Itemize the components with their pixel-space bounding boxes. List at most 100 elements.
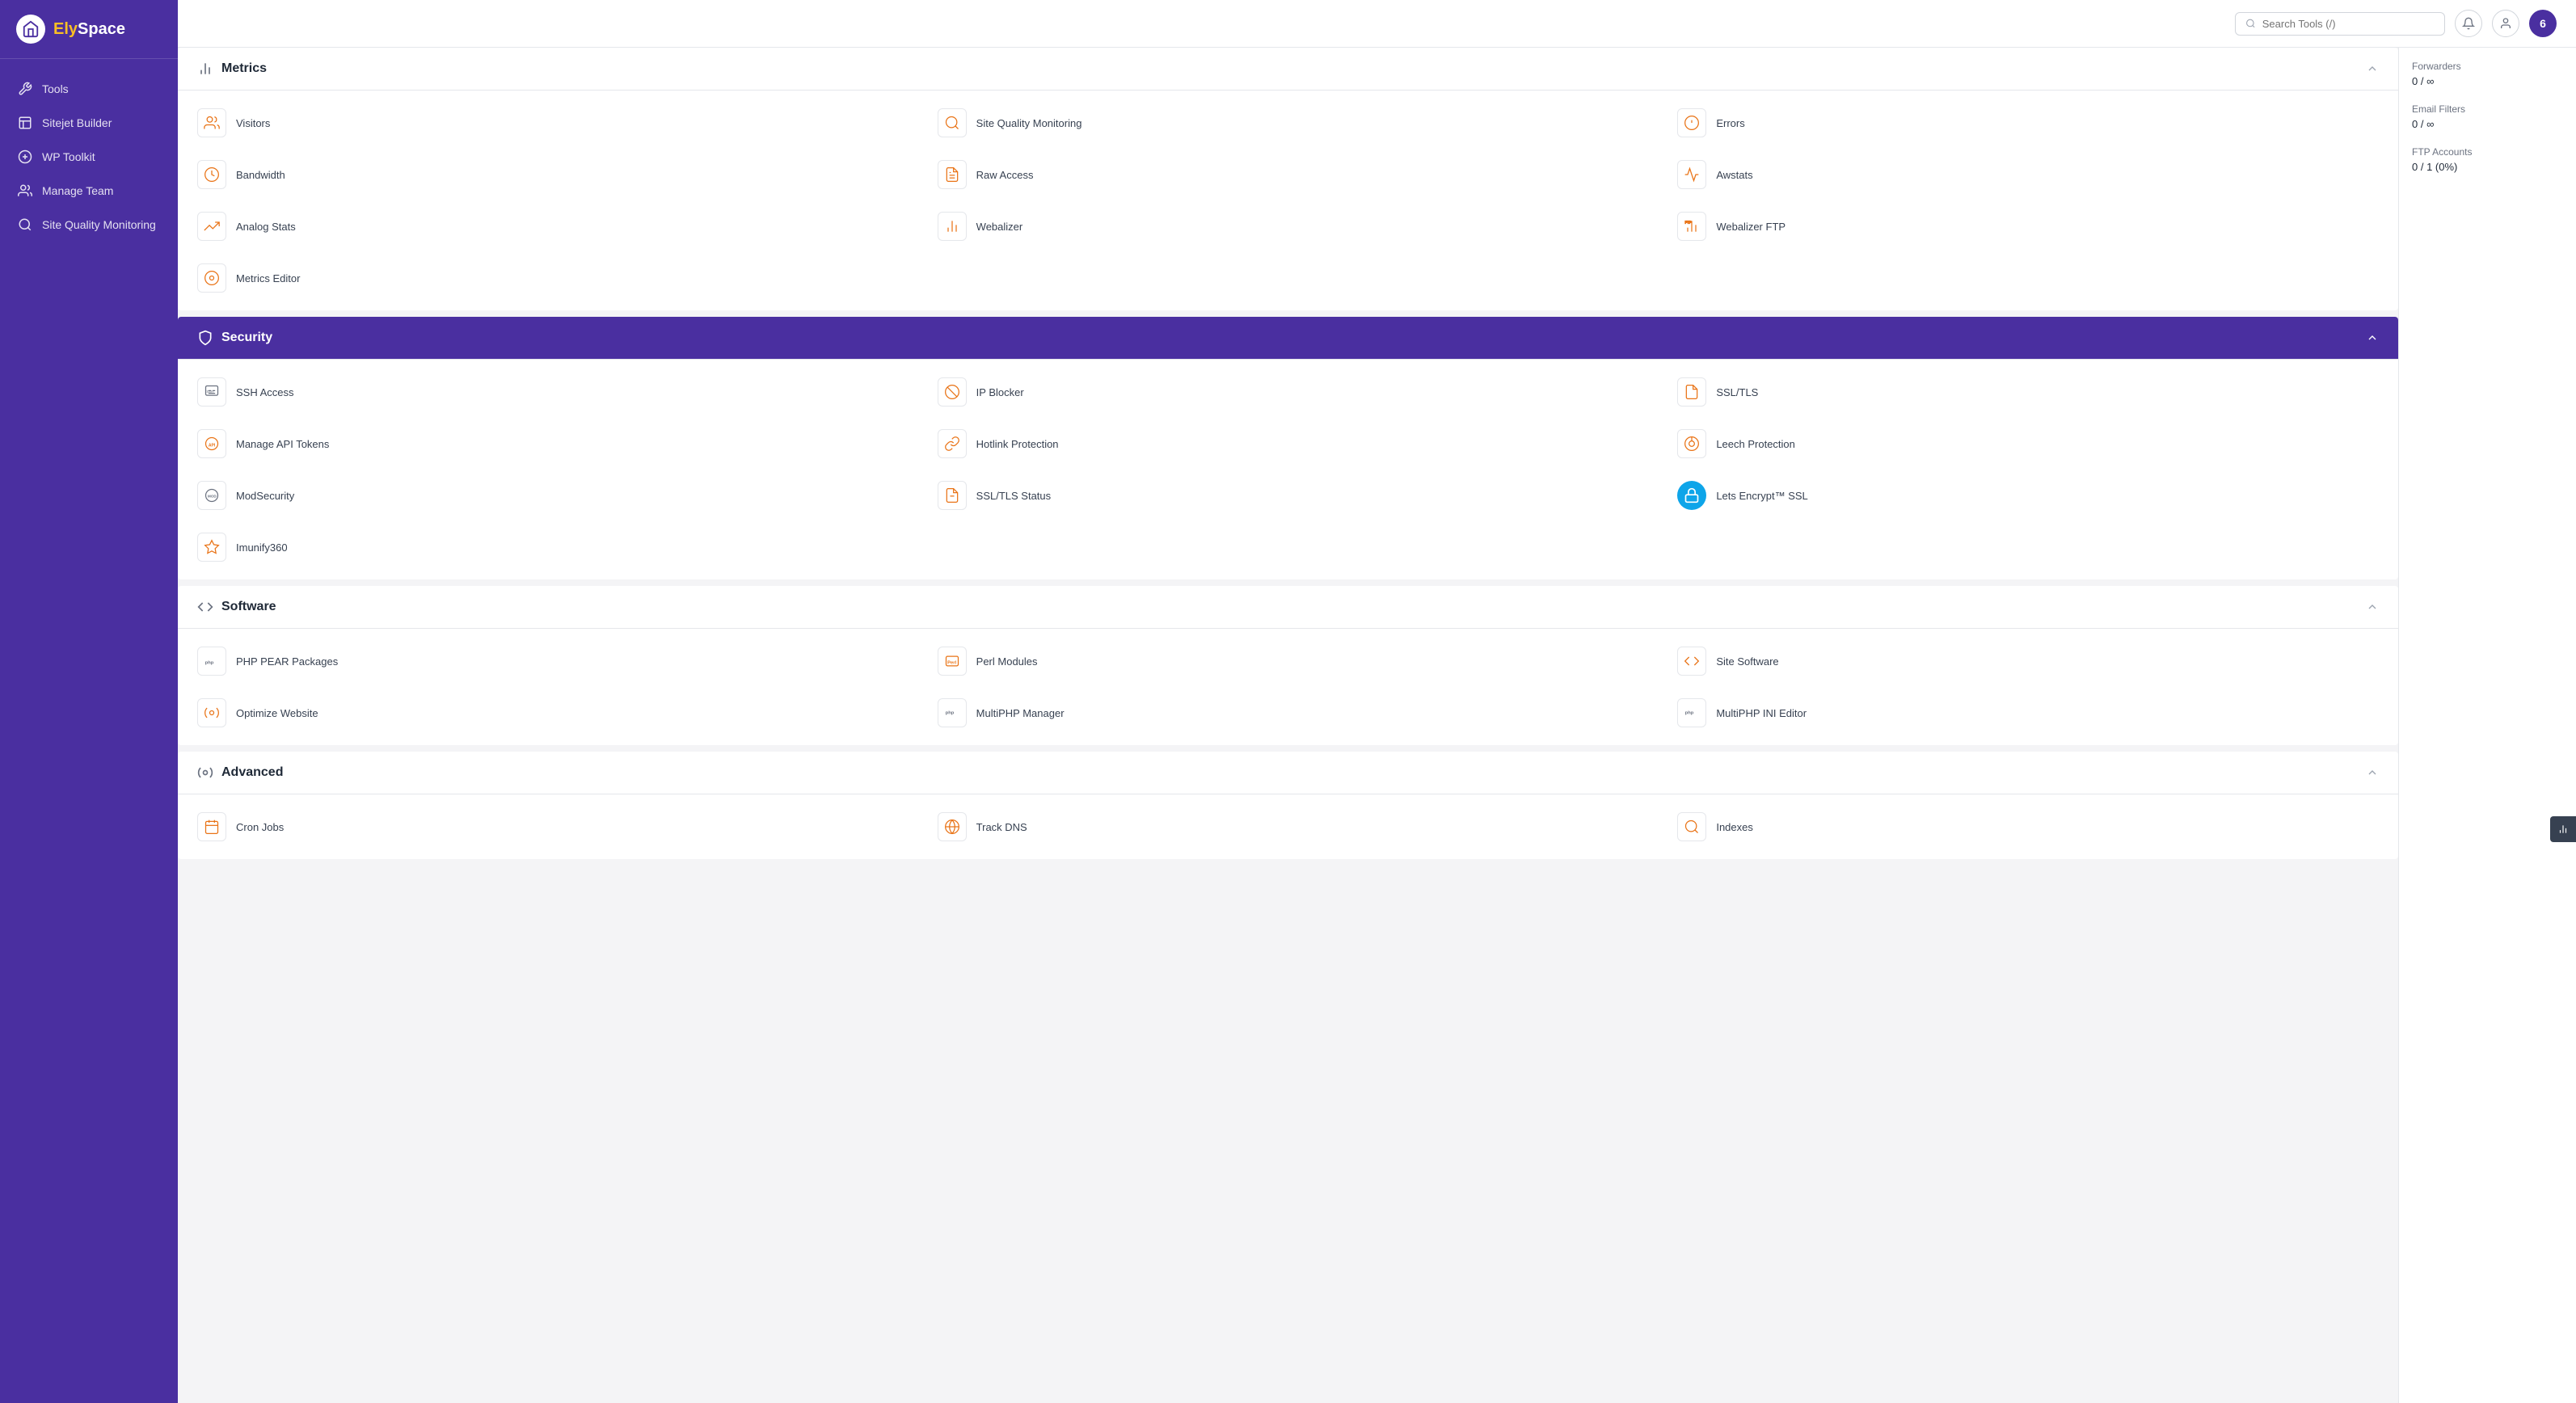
team-icon <box>18 183 32 198</box>
letsencrypt-label: Lets Encrypt™ SSL <box>1716 490 1807 502</box>
security-section-icon <box>197 330 213 346</box>
sidebar-item-manageteam-label: Manage Team <box>42 184 113 197</box>
sidebar-item-tools-label: Tools <box>42 82 69 95</box>
svg-text:SSH: SSH <box>206 390 213 394</box>
metrics-section-header[interactable]: Metrics <box>178 48 2398 91</box>
sqm-icon <box>938 108 967 137</box>
software-items: php PHP PEAR Packages Perl Perl Modu <box>178 629 2398 745</box>
software-section-label: Software <box>221 600 276 614</box>
chart-icon <box>2557 824 2569 835</box>
optimize-label: Optimize Website <box>236 707 318 719</box>
letsencrypt-item[interactable]: Lets Encrypt™ SSL <box>1658 470 2398 521</box>
awstats-label: Awstats <box>1716 169 1752 181</box>
forwarders-panel-item: Forwarders 0 / ∞ <box>2412 61 2563 87</box>
bandwidth-item[interactable]: Bandwidth <box>178 149 918 200</box>
sidebar-item-sitejet-label: Sitejet Builder <box>42 116 112 129</box>
modsecurity-item[interactable]: MOD ModSecurity <box>178 470 918 521</box>
sqm-item[interactable]: Site Quality Monitoring <box>918 97 1659 149</box>
sidebar-item-wptoolkit-label: WP Toolkit <box>42 150 95 163</box>
optimize-item[interactable]: Optimize Website <box>178 687 918 739</box>
ssl-status-icon <box>938 481 967 510</box>
sidebar-item-tools[interactable]: Tools <box>0 72 178 106</box>
ftp-accounts-value: 0 / 1 (0%) <box>2412 161 2563 173</box>
analog-stats-item[interactable]: Analog Stats <box>178 200 918 252</box>
security-chevron-icon <box>2366 331 2379 344</box>
user-button[interactable] <box>2492 10 2519 37</box>
indexes-icon <box>1677 812 1706 841</box>
bell-button[interactable] <box>2455 10 2482 37</box>
software-section-header[interactable]: Software <box>178 586 2398 629</box>
sidebar-item-sqm[interactable]: Site Quality Monitoring <box>0 208 178 242</box>
metrics-items: Visitors Site Quality Monitoring <box>178 91 2398 310</box>
metrics-editor-label: Metrics Editor <box>236 272 300 284</box>
sidebar-item-sqm-label: Site Quality Monitoring <box>42 218 156 231</box>
bandwidth-icon <box>197 160 226 189</box>
monitor-icon <box>18 217 32 232</box>
forwarders-value: 0 / ∞ <box>2412 75 2563 87</box>
manage-api-item[interactable]: API Manage API Tokens <box>178 418 918 470</box>
logo[interactable]: ElySpace <box>0 0 178 59</box>
software-section: Software php PHP PEAR Packages <box>178 586 2398 745</box>
webalizer-ftp-item[interactable]: FTP Webalizer FTP <box>1658 200 2398 252</box>
ssl-status-label: SSL/TLS Status <box>976 490 1052 502</box>
ssh-access-label: SSH Access <box>236 386 294 398</box>
search-icon <box>2245 18 2256 29</box>
software-chevron-icon <box>2366 600 2379 613</box>
track-dns-item[interactable]: Track DNS <box>918 801 1659 853</box>
multiphp-label: MultiPHP Manager <box>976 707 1065 719</box>
side-floating-button[interactable] <box>2550 816 2576 842</box>
hotlink-item[interactable]: Hotlink Protection <box>918 418 1659 470</box>
site-software-item[interactable]: Site Software <box>1658 635 2398 687</box>
svg-text:FTP: FTP <box>1685 221 1692 225</box>
multiphp-item[interactable]: php MultiPHP Manager <box>918 687 1659 739</box>
multiphp-ini-item[interactable]: php MultiPHP INI Editor <box>1658 687 2398 739</box>
sidebar-item-sitejet[interactable]: Sitejet Builder <box>0 106 178 140</box>
optimize-icon <box>197 698 226 727</box>
software-header-left: Software <box>197 599 276 615</box>
site-software-label: Site Software <box>1716 655 1778 668</box>
user-icon <box>2499 17 2512 30</box>
dns-icon <box>938 812 967 841</box>
search-input[interactable] <box>2262 18 2435 30</box>
ip-blocker-item[interactable]: IP Blocker <box>918 366 1659 418</box>
ssl-tls-item[interactable]: SSL/TLS <box>1658 366 2398 418</box>
api-icon: API <box>197 429 226 458</box>
advanced-section-header[interactable]: Advanced <box>178 752 2398 794</box>
sidebar-item-wptoolkit[interactable]: WP Toolkit <box>0 140 178 174</box>
ssh-access-item[interactable]: SSH SSH Access <box>178 366 918 418</box>
main-content: Metrics Visitors <box>178 48 2398 1403</box>
ssl-status-item[interactable]: SSL/TLS Status <box>918 470 1659 521</box>
multiphp-ini-icon: php <box>1677 698 1706 727</box>
imunify-item[interactable]: Imunify360 <box>178 521 918 573</box>
sidebar-item-manageteam[interactable]: Manage Team <box>0 174 178 208</box>
raw-access-label: Raw Access <box>976 169 1034 181</box>
ftp-accounts-label: FTP Accounts <box>2412 146 2563 158</box>
webalizer-label: Webalizer <box>976 221 1023 233</box>
visitors-item[interactable]: Visitors <box>178 97 918 149</box>
tools-icon <box>18 82 32 96</box>
email-filters-label: Email Filters <box>2412 103 2563 115</box>
search-bar[interactable] <box>2235 12 2445 36</box>
perl-modules-item[interactable]: Perl Perl Modules <box>918 635 1659 687</box>
metrics-editor-item[interactable]: Metrics Editor <box>178 252 918 304</box>
errors-label: Errors <box>1716 117 1744 129</box>
webalizer-item[interactable]: Webalizer <box>918 200 1659 252</box>
php-pear-item[interactable]: php PHP PEAR Packages <box>178 635 918 687</box>
awstats-item[interactable]: Awstats <box>1658 149 2398 200</box>
perl-modules-label: Perl Modules <box>976 655 1038 668</box>
modsec-icon: MOD <box>197 481 226 510</box>
sitejet-icon <box>18 116 32 130</box>
leech-item[interactable]: Leech Protection <box>1658 418 2398 470</box>
security-section-header[interactable]: Security <box>178 317 2398 360</box>
cron-jobs-item[interactable]: Cron Jobs <box>178 801 918 853</box>
webalizer-icon <box>938 212 967 241</box>
indexes-item[interactable]: Indexes <box>1658 801 2398 853</box>
cron-icon <box>197 812 226 841</box>
track-dns-label: Track DNS <box>976 821 1027 833</box>
notification-count: 6 <box>2540 17 2546 30</box>
svg-text:MOD: MOD <box>208 495 217 499</box>
raw-access-item[interactable]: Raw Access <box>918 149 1659 200</box>
security-items: SSH SSH Access IP Blocker <box>178 360 2398 579</box>
notification-badge[interactable]: 6 <box>2529 10 2557 37</box>
errors-item[interactable]: Errors <box>1658 97 2398 149</box>
